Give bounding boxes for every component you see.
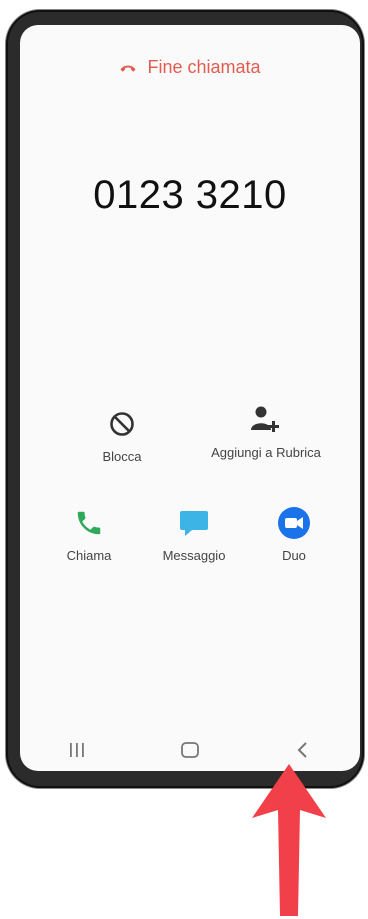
block-button[interactable]: Blocca xyxy=(74,409,170,464)
phone-frame: Fine chiamata 0123 3210 Blocca Aggiungi … xyxy=(6,10,364,788)
add-to-contacts-button[interactable]: Aggiungi a Rubrica xyxy=(196,405,336,460)
home-button[interactable] xyxy=(165,735,215,765)
block-label: Blocca xyxy=(102,449,142,464)
recent-apps-button[interactable] xyxy=(52,735,102,765)
call-label: Chiama xyxy=(66,548,112,563)
add-contact-icon xyxy=(250,405,282,435)
phone-number: 0123 3210 xyxy=(93,173,287,217)
add-contact-label: Aggiungi a Rubrica xyxy=(211,445,321,460)
block-icon xyxy=(108,409,136,439)
call-button[interactable]: Chiama xyxy=(44,508,134,563)
call-ended-screen: Fine chiamata 0123 3210 Blocca Aggiungi … xyxy=(20,25,360,771)
recent-apps-icon xyxy=(69,743,84,757)
phone-icon xyxy=(74,508,104,538)
end-call-icon xyxy=(120,65,136,72)
message-label: Messaggio xyxy=(162,548,226,563)
back-icon xyxy=(297,742,308,758)
call-status: Fine chiamata xyxy=(20,57,360,78)
call-status-label: Fine chiamata xyxy=(147,57,261,77)
home-icon xyxy=(181,742,199,758)
duo-video-icon xyxy=(277,507,311,539)
message-icon xyxy=(178,508,210,538)
duo-button[interactable]: Duo xyxy=(254,507,334,563)
arrow-up-icon xyxy=(252,764,326,916)
duo-label: Duo xyxy=(282,548,306,563)
message-button[interactable]: Messaggio xyxy=(144,508,244,563)
